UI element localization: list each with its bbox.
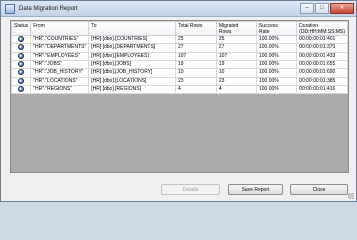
- success-rate-cell: 100.00%: [255, 76, 298, 86]
- status-cell: [10, 43, 32, 53]
- header-row: Status From To Total Rows Migrated Rows …: [10, 21, 348, 36]
- status-cell: [10, 59, 32, 70]
- success-status-icon: [18, 86, 25, 92]
- to-cell: [HR].[dbo].[LOCATIONS]: [88, 76, 176, 86]
- to-cell: [HR].[dbo].[COUNTRIES]: [88, 34, 176, 45]
- migrated-rows-cell: 23: [215, 76, 257, 86]
- from-cell: "HR"."JOB_HISTORY": [30, 68, 90, 78]
- duration-cell: 00:00:00:01:416: [296, 84, 348, 95]
- close-button[interactable]: Close: [290, 184, 348, 195]
- column-header-status[interactable]: Status: [10, 21, 32, 36]
- table-row[interactable]: "HR"."REGIONS" [HR].[dbo].[REGIONS] 4 4 100.…: [10, 84, 348, 95]
- duration-cell: 00:00:00:01:401: [296, 34, 348, 45]
- migrated-rows-cell: 4: [215, 84, 257, 95]
- duration-cell: 00:00:00:01:370: [296, 43, 348, 53]
- results-table: Status From To Total Rows Migrated Rows …: [10, 21, 348, 95]
- minimize-button[interactable]: –: [300, 3, 314, 14]
- title-bar[interactable]: Data Migration Report – □ ✕: [1, 1, 356, 17]
- to-cell: [HR].[dbo].[JOBS]: [88, 59, 176, 70]
- status-cell: [10, 68, 32, 78]
- to-cell: [HR].[dbo].[JOB_HISTORY]: [88, 68, 176, 78]
- status-cell: [10, 84, 32, 95]
- status-cell: [10, 34, 32, 45]
- from-cell: "HR"."DEPARTMENTS": [30, 43, 90, 53]
- duration-cell: 00:00:00:01:690: [296, 68, 348, 78]
- success-rate-cell: 100.00%: [255, 84, 298, 95]
- column-header-duration[interactable]: Duration (DD:HH:MM:SS:MS): [296, 21, 348, 36]
- table-row[interactable]: "HR"."LOCATIONS" [HR].[dbo].[LOCATIONS] 23…: [10, 76, 348, 86]
- report-window: Data Migration Report – □ ✕ Status From …: [0, 0, 357, 202]
- success-status-icon: [18, 69, 25, 76]
- migration-results-grid[interactable]: Status From To Total Rows Migrated Rows …: [10, 20, 349, 173]
- to-cell: [HR].[dbo].[DEPARTMENTS]: [88, 43, 176, 53]
- from-cell: "HR"."LOCATIONS": [30, 76, 90, 86]
- success-status-icon: [18, 36, 25, 42]
- success-rate-cell: 100.00%: [255, 59, 298, 70]
- column-header-success-rate[interactable]: Success Rate: [255, 21, 298, 36]
- migrated-rows-cell: 19: [215, 59, 257, 70]
- details-button[interactable]: Details: [161, 184, 220, 195]
- success-status-icon: [18, 44, 25, 51]
- save-report-button[interactable]: Save Report: [228, 184, 283, 195]
- migrated-rows-cell: 10: [215, 68, 257, 78]
- total-rows-cell: 4: [174, 84, 217, 95]
- success-rate-cell: 100.00%: [255, 51, 298, 62]
- table-row[interactable]: "HR"."JOBS" [HR].[dbo].[JOBS] 19 19 100.00% 0…: [10, 59, 348, 70]
- table-row[interactable]: "HR"."JOB_HISTORY" [HR].[dbo].[JOB_HISTOR…: [10, 68, 348, 78]
- migrated-rows-cell: 27: [215, 43, 257, 53]
- total-rows-cell: 10: [174, 68, 217, 78]
- app-window-icon: [5, 3, 15, 14]
- resize-grip[interactable]: [348, 193, 354, 199]
- migrated-rows-cell: 107: [215, 51, 257, 62]
- total-rows-cell: 107: [174, 51, 217, 62]
- duration-cell: 00:00:00:01:655: [296, 59, 348, 70]
- success-rate-cell: 100.00%: [255, 34, 298, 45]
- column-header-to[interactable]: To: [88, 21, 176, 36]
- column-header-migrated-rows[interactable]: Migrated Rows: [215, 21, 257, 36]
- results-body: "HR"."COUNTRIES" [HR].[dbo].[COUNTRIES] 25…: [10, 34, 348, 95]
- total-rows-cell: 23: [174, 76, 217, 86]
- success-rate-cell: 100.00%: [255, 43, 298, 53]
- from-cell: "HR"."JOBS": [30, 59, 90, 70]
- from-cell: "HR"."COUNTRIES": [30, 34, 90, 45]
- success-rate-cell: 100.00%: [255, 68, 298, 78]
- status-cell: [10, 76, 32, 86]
- table-row[interactable]: "HR"."DEPARTMENTS" [HR].[dbo].[DEPARTMENT…: [10, 43, 348, 53]
- duration-cell: 00:00:00:01:385: [296, 76, 348, 86]
- status-cell: [10, 51, 32, 62]
- total-rows-cell: 25: [174, 34, 217, 45]
- total-rows-cell: 19: [174, 59, 217, 70]
- column-header-from[interactable]: From: [30, 21, 90, 36]
- table-row[interactable]: "HR"."COUNTRIES" [HR].[dbo].[COUNTRIES] 25…: [10, 34, 348, 45]
- maximize-button[interactable]: □: [315, 3, 329, 14]
- total-rows-cell: 27: [174, 43, 217, 53]
- to-cell: [HR].[dbo].[REGIONS]: [88, 84, 176, 95]
- from-cell: "HR"."EMPLOYEES": [30, 51, 90, 62]
- success-status-icon: [18, 78, 25, 84]
- column-header-total-rows[interactable]: Total Rows: [174, 21, 217, 36]
- to-cell: [HR].[dbo].[EMPLOYEES]: [88, 51, 176, 62]
- close-window-button[interactable]: ✕: [330, 3, 354, 14]
- from-cell: "HR"."REGIONS": [30, 84, 90, 95]
- window-title: Data Migration Report: [19, 5, 78, 12]
- migrated-rows-cell: 25: [215, 34, 257, 45]
- table-row[interactable]: "HR"."EMPLOYEES" [HR].[dbo].[EMPLOYEES] 10…: [10, 51, 348, 62]
- window-controls: – □ ✕: [300, 3, 354, 14]
- success-status-icon: [18, 53, 25, 59]
- success-status-icon: [18, 61, 25, 67]
- duration-cell: 00:00:00:01:433: [296, 51, 348, 62]
